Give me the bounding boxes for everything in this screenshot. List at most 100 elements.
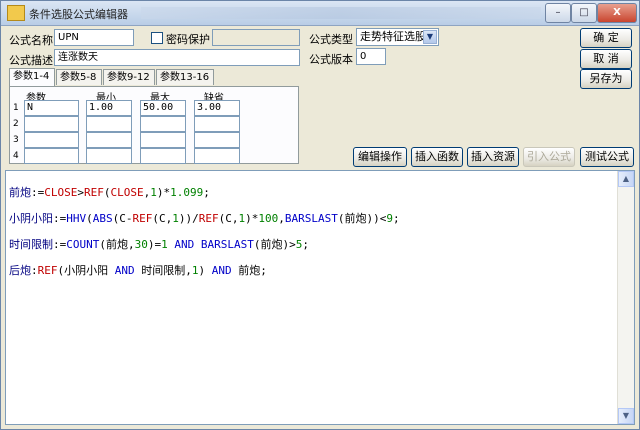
code-keyword: AND — [211, 264, 232, 277]
tab-params-9-12[interactable]: 参数9-12 — [103, 69, 155, 85]
code-number: 1 — [161, 238, 168, 251]
code-number: 30 — [134, 238, 148, 251]
tab-params-5-8[interactable]: 参数5-8 — [56, 69, 102, 85]
param-min-cell[interactable] — [86, 132, 132, 148]
save-as-button[interactable]: 另存为 — [580, 69, 632, 89]
insert-function-button[interactable]: 插入函数 — [411, 147, 463, 167]
code-token: (小阴小阳 — [57, 264, 115, 277]
code-token: (C, — [152, 212, 173, 225]
code-func: COUNT — [66, 238, 100, 251]
param-row-number: 4 — [13, 151, 19, 161]
formula-type-select[interactable]: 走势特征选股 ▼ — [356, 28, 439, 46]
cancel-button[interactable]: 取 消 — [580, 49, 632, 69]
param-default-cell[interactable] — [194, 132, 240, 148]
code-keyword: AND — [167, 238, 201, 251]
param-name-cell[interactable] — [24, 116, 79, 132]
formula-code-editor[interactable]: 前炮:=CLOSE>REF(CLOSE,1)*1.099; 小阴小阳:=HHV(… — [5, 170, 635, 425]
code-keyword: REF — [37, 264, 58, 277]
code-token: ; — [302, 238, 309, 251]
code-token: , — [278, 212, 285, 225]
param-table: 参数 最小 最大 缺省 1 N 1.00 50.00 3.00 2 3 4 — [9, 86, 299, 164]
code-token: (前炮))< — [337, 212, 387, 225]
code-text[interactable]: 前炮:=CLOSE>REF(CLOSE,1)*1.099; 小阴小阳:=HHV(… — [9, 173, 400, 303]
code-func: HHV — [66, 212, 87, 225]
code-token: : — [31, 264, 38, 277]
formula-version-label: 公式版本 — [309, 53, 353, 66]
formula-type-label: 公式类型 — [309, 33, 353, 46]
code-var: 小阴小阳 — [9, 212, 53, 225]
code-token: > — [77, 186, 84, 199]
code-number: 1 — [172, 212, 179, 225]
code-token: (C- — [112, 212, 133, 225]
edit-operation-button[interactable]: 编辑操作 — [353, 147, 407, 167]
param-default-cell[interactable]: 3.00 — [194, 100, 240, 116]
code-var: 后炮 — [9, 264, 31, 277]
tab-params-1-4[interactable]: 参数1-4 — [9, 68, 55, 86]
code-token: (前炮, — [99, 238, 135, 251]
code-token: := — [53, 212, 67, 225]
param-default-cell[interactable] — [194, 116, 240, 132]
title-bar[interactable]: 条件选股公式编辑器 – □ X — [1, 1, 639, 26]
code-token: )* — [156, 186, 171, 199]
password-protect-checkbox[interactable] — [151, 32, 163, 44]
formula-desc-input[interactable]: 连涨数天 — [54, 49, 300, 66]
code-token: )* — [245, 212, 259, 225]
code-line: 后炮:REF(小阴小阳 AND 时间限制,1) AND 前炮; — [9, 264, 400, 277]
code-var: 时间限制 — [9, 238, 53, 251]
code-line: 前炮:=CLOSE>REF(CLOSE,1)*1.099; — [9, 186, 400, 199]
param-row-number: 2 — [13, 119, 19, 129]
code-token: ; — [392, 212, 400, 225]
param-min-cell[interactable] — [86, 116, 132, 132]
scroll-up-icon[interactable]: ▲ — [618, 171, 634, 187]
code-keyword: CLOSE — [110, 186, 144, 199]
test-formula-button[interactable]: 测试公式 — [580, 147, 634, 167]
code-keyword: REF — [198, 212, 219, 225]
password-input[interactable] — [212, 29, 300, 46]
code-keyword: REF — [84, 186, 104, 199]
formula-name-input[interactable]: UPN — [54, 29, 134, 46]
app-icon — [7, 5, 25, 21]
param-max-cell[interactable] — [140, 132, 186, 148]
param-name-cell[interactable] — [24, 132, 79, 148]
vertical-scrollbar[interactable]: ▲ ▼ — [617, 171, 634, 424]
param-name-cell[interactable] — [24, 148, 79, 164]
code-func: ABS — [92, 212, 113, 225]
tab-params-13-16[interactable]: 参数13-16 — [156, 69, 214, 85]
chevron-down-icon[interactable]: ▼ — [423, 30, 437, 44]
confirm-button[interactable]: 确 定 — [580, 28, 632, 48]
param-default-cell[interactable] — [194, 148, 240, 164]
title-bar-blur — [141, 7, 541, 19]
code-keyword: AND — [114, 264, 135, 277]
code-token: ))/ — [178, 212, 199, 225]
param-max-cell[interactable] — [140, 148, 186, 164]
param-min-cell[interactable]: 1.00 — [86, 100, 132, 116]
import-formula-button[interactable]: 引入公式 — [523, 147, 575, 167]
param-min-cell[interactable] — [86, 148, 132, 164]
password-protect-label: 密码保护 — [166, 33, 210, 46]
code-line: 小阴小阳:=HHV(ABS(C-REF(C,1))/REF(C,1)*100,B… — [9, 212, 400, 225]
formula-type-value: 走势特征选股 — [360, 30, 426, 43]
minimize-button[interactable]: – — [545, 3, 571, 23]
param-max-cell[interactable] — [140, 116, 186, 132]
maximize-button[interactable]: □ — [571, 3, 597, 23]
insert-resource-button[interactable]: 插入资源 — [467, 147, 519, 167]
code-number: 9 — [386, 212, 393, 225]
code-func: BARSLAST — [284, 212, 338, 225]
param-max-cell[interactable]: 50.00 — [140, 100, 186, 116]
formula-version-input[interactable]: 0 — [356, 48, 386, 65]
code-token: ( — [103, 186, 111, 199]
code-number: 1.099 — [170, 186, 204, 199]
param-row-number: 3 — [13, 135, 19, 145]
param-row-number: 1 — [13, 103, 19, 113]
code-token: (C, — [218, 212, 239, 225]
code-token: := — [31, 186, 45, 199]
code-token: (前炮)> — [253, 238, 296, 251]
param-name-cell[interactable]: N — [24, 100, 79, 116]
code-var: 前炮 — [9, 186, 31, 199]
close-button[interactable]: X — [597, 3, 637, 23]
code-token: ; — [203, 186, 210, 199]
window-title: 条件选股公式编辑器 — [29, 8, 128, 21]
code-keyword: CLOSE — [44, 186, 78, 199]
code-number: 1 — [191, 264, 199, 277]
scroll-down-icon[interactable]: ▼ — [618, 408, 634, 424]
